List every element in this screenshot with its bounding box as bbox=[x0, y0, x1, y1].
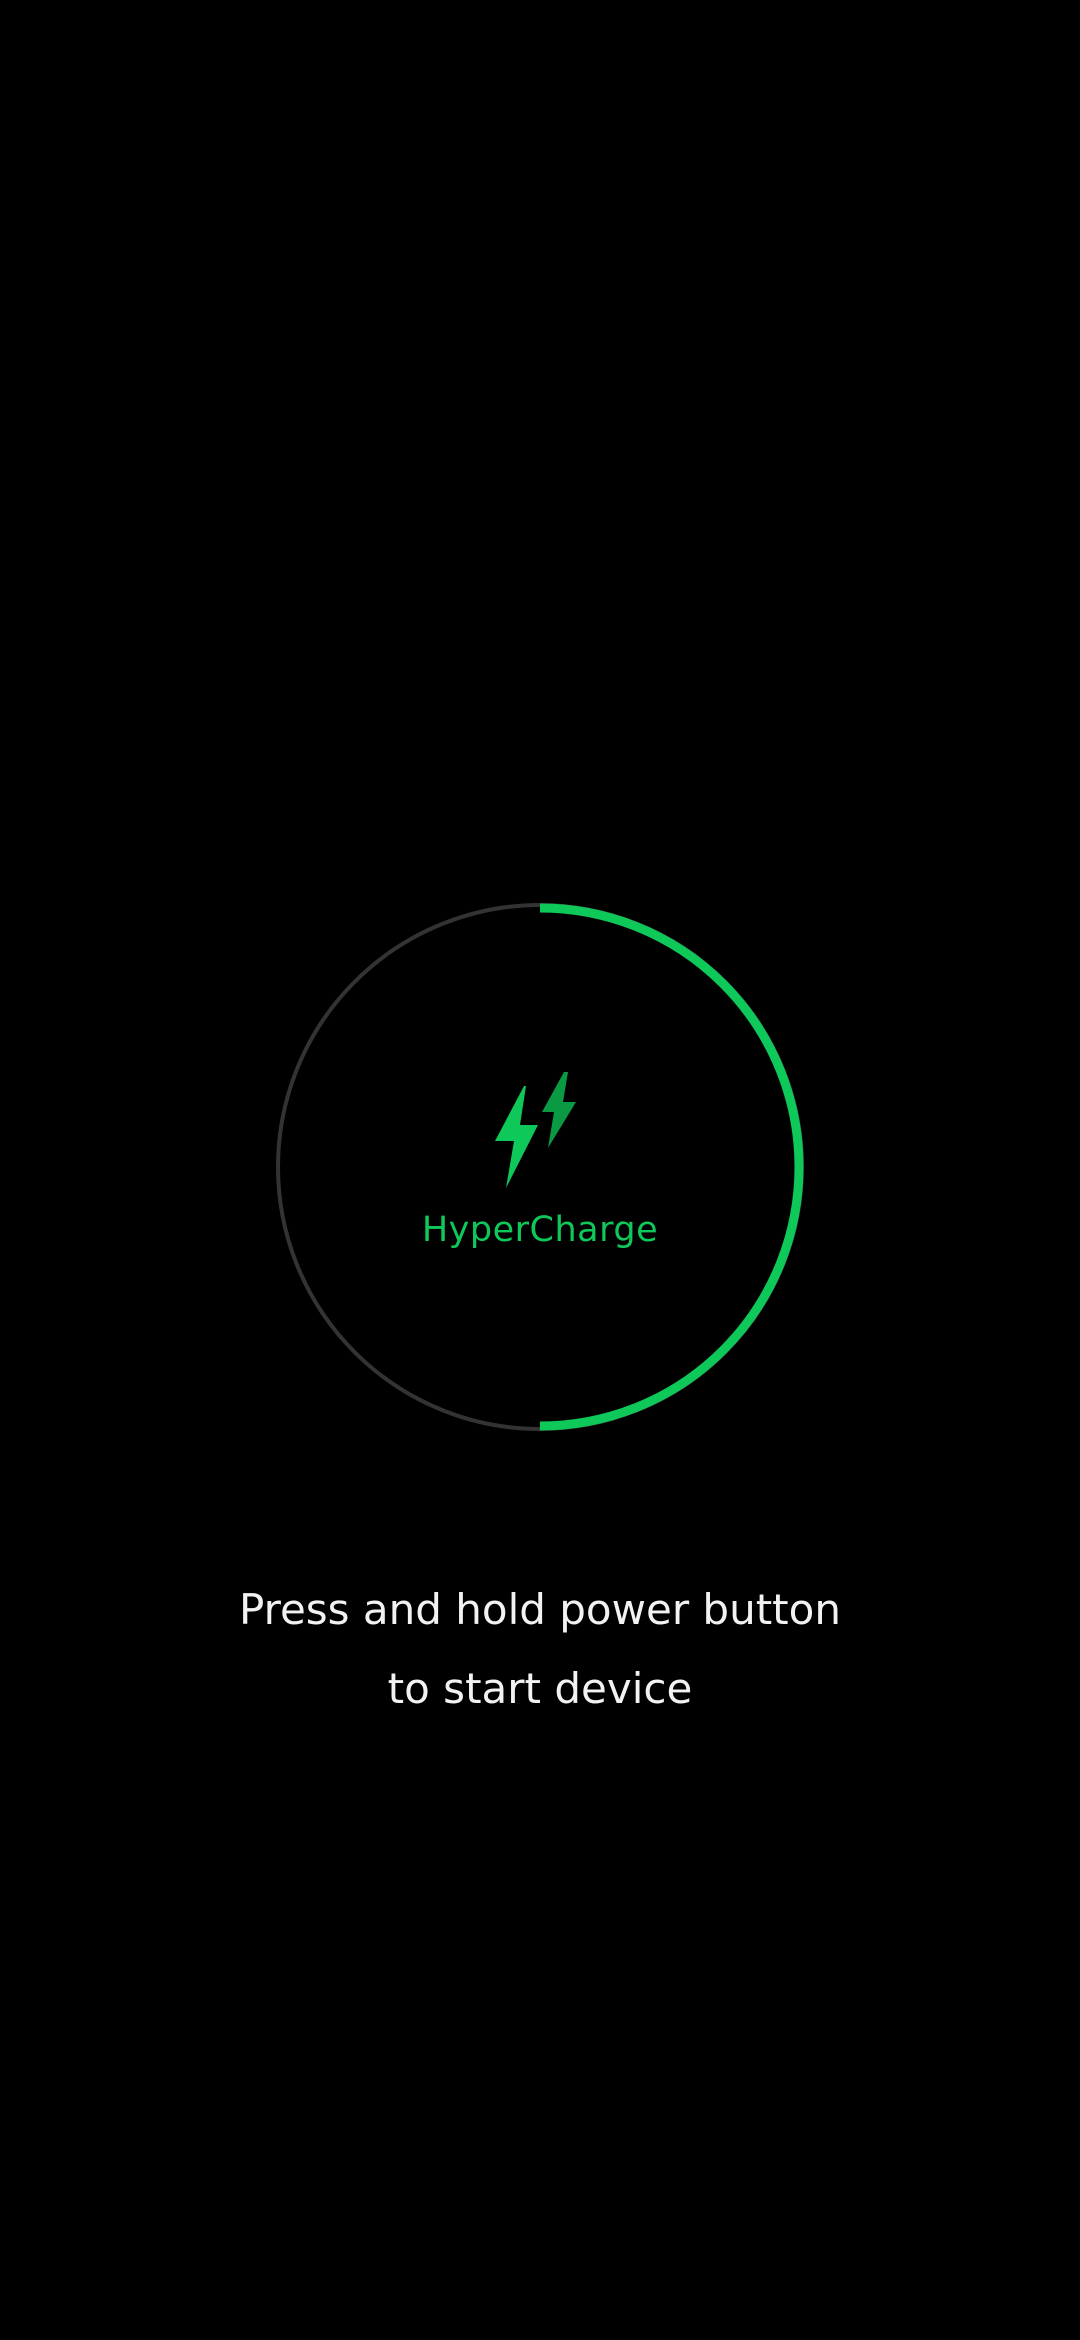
charging-screen: HyperCharge Press and hold power button … bbox=[0, 0, 1080, 2340]
lightning-bolt-back-icon bbox=[542, 1072, 576, 1148]
hypercharge-label: HyperCharge bbox=[421, 1210, 659, 1250]
instruction-line-1: Press and hold power button bbox=[239, 1585, 841, 1634]
power-instruction: Press and hold power button to start dev… bbox=[140, 1570, 940, 1728]
instruction-line-2: to start device bbox=[387, 1664, 693, 1713]
double-lightning-bolt-icon bbox=[490, 1068, 590, 1192]
lightning-bolt-front-icon bbox=[495, 1086, 538, 1188]
